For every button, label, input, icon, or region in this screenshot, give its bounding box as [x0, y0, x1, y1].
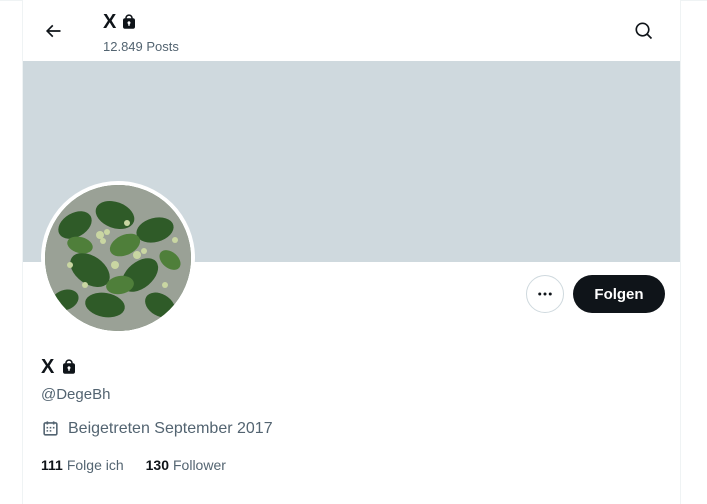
header-title-row: X — [103, 10, 138, 34]
profile-handle: @DegeBh — [41, 386, 111, 403]
joined-text: Beigetreten September 2017 — [68, 419, 273, 437]
lock-icon — [63, 359, 76, 374]
back-arrow-icon — [45, 24, 61, 38]
avatar-image — [45, 185, 191, 331]
following-count: 111 — [41, 457, 63, 473]
followers-link[interactable]: 130 Follower — [146, 457, 226, 473]
follow-button[interactable]: Folgen — [573, 275, 665, 313]
joined-date: Beigetreten September 2017 — [41, 419, 273, 438]
posts-count: 12.849 Posts — [103, 39, 179, 54]
search-button[interactable] — [625, 12, 663, 50]
ivy-leaves-image — [45, 185, 191, 331]
avatar[interactable] — [41, 181, 195, 335]
following-link[interactable]: 111 Folge ich — [41, 457, 124, 473]
lock-icon — [123, 14, 136, 29]
profile-header: X 12.849 Posts — [23, 0, 680, 61]
follow-stats: 111 Folge ich 130 Follower — [41, 457, 226, 473]
more-icon — [538, 292, 552, 296]
followers-count: 130 — [145, 457, 169, 473]
profile-name: X — [41, 356, 55, 378]
profile-column: X 12.849 Posts Folgen X @DegeBh Beigetre… — [22, 0, 681, 504]
more-options-button[interactable] — [526, 275, 564, 313]
following-label: Folge ich — [66, 457, 124, 473]
followers-label: Follower — [173, 457, 226, 473]
header-title: X — [103, 11, 117, 33]
profile-name-row: X — [41, 355, 78, 379]
back-button[interactable] — [33, 11, 73, 51]
calendar-icon — [43, 421, 58, 436]
search-icon — [635, 22, 653, 40]
